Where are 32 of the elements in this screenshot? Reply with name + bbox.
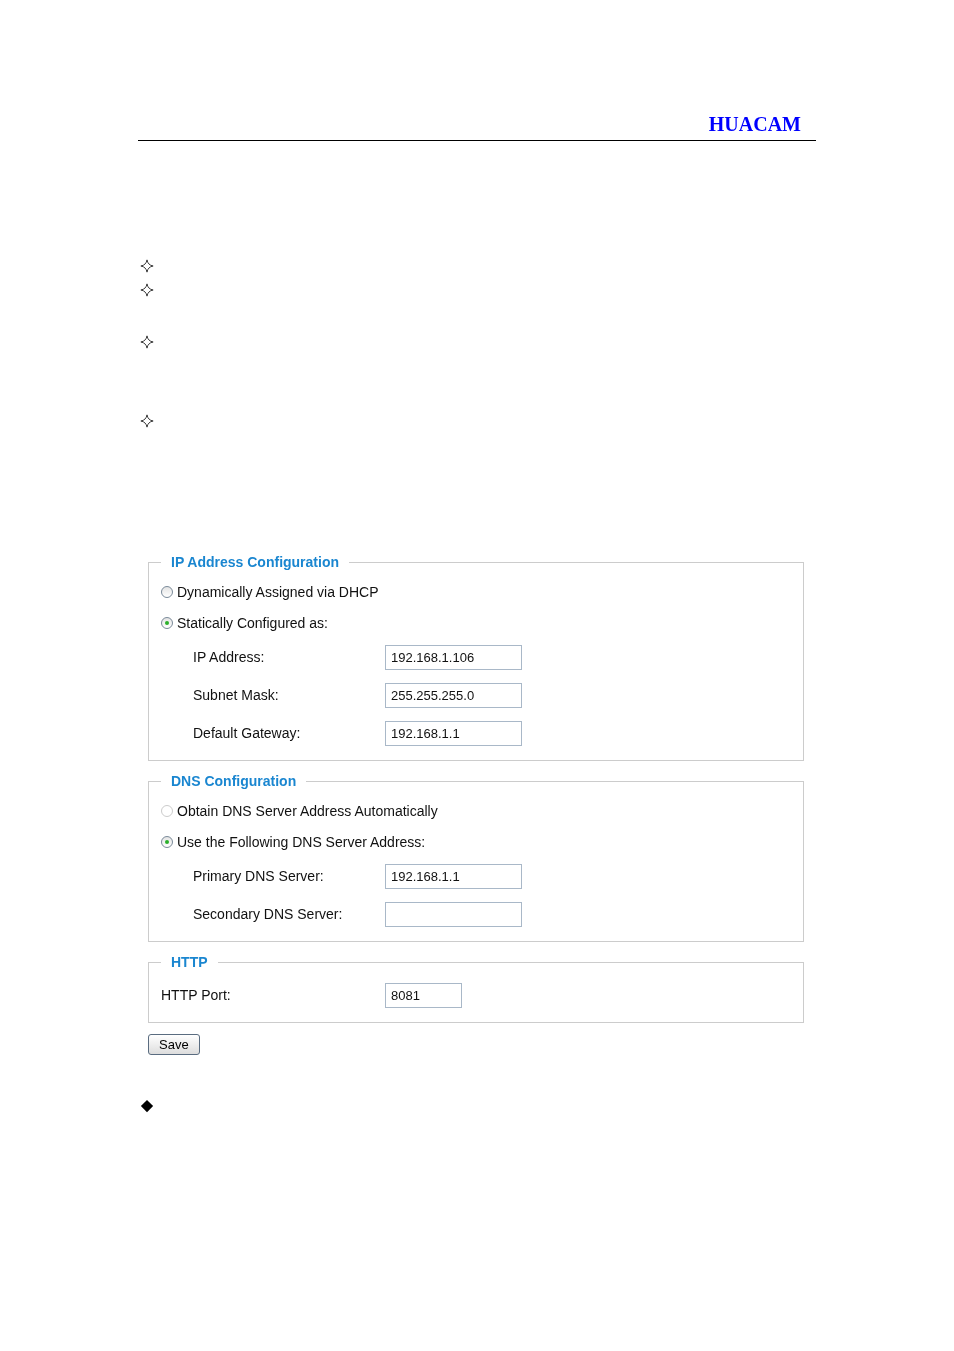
star-icon xyxy=(140,414,154,428)
option-label: Statically Configured as: xyxy=(177,614,328,631)
field-label: IP Address: xyxy=(192,649,266,665)
star-icon xyxy=(140,259,154,273)
field-label: Secondary DNS Server: xyxy=(192,906,344,922)
star-icon xyxy=(140,335,154,349)
radio-button[interactable] xyxy=(161,616,173,629)
input-field[interactable]: 192.168.1.1 xyxy=(385,720,522,746)
radio-button[interactable] xyxy=(161,835,173,848)
radio-button[interactable] xyxy=(161,585,173,598)
option-label: Use the Following DNS Server Address: xyxy=(177,833,426,850)
radio-option[interactable]: Dynamically Assigned via DHCP xyxy=(161,576,791,607)
input-field[interactable] xyxy=(385,901,522,927)
input-field[interactable]: 255.255.255.0 xyxy=(385,682,522,708)
field-label: HTTP Port: xyxy=(161,987,232,1003)
star-icon xyxy=(140,283,154,297)
radio-option[interactable]: Use the Following DNS Server Address: xyxy=(161,826,791,857)
field-label: Default Gateway: xyxy=(192,725,302,741)
input-field[interactable]: 8081 xyxy=(385,982,462,1008)
brand-logo: HUACAM xyxy=(708,112,801,136)
option-label: Obtain DNS Server Address Automatically xyxy=(177,802,438,819)
diamond-icon xyxy=(140,1099,154,1113)
field-label: Subnet Mask: xyxy=(192,687,280,703)
option-label: Dynamically Assigned via DHCP xyxy=(177,583,379,600)
section-title: DNS Configuration xyxy=(170,773,298,789)
section-title: IP Address Configuration xyxy=(170,554,340,570)
save-button[interactable]: Save xyxy=(148,1034,200,1055)
radio-option[interactable]: Statically Configured as: xyxy=(161,607,791,638)
field-label: Primary DNS Server: xyxy=(192,868,325,884)
input-field[interactable]: 192.168.1.106 xyxy=(385,644,522,670)
section-title: HTTP xyxy=(170,954,209,970)
input-field[interactable]: 192.168.1.1 xyxy=(385,863,522,889)
